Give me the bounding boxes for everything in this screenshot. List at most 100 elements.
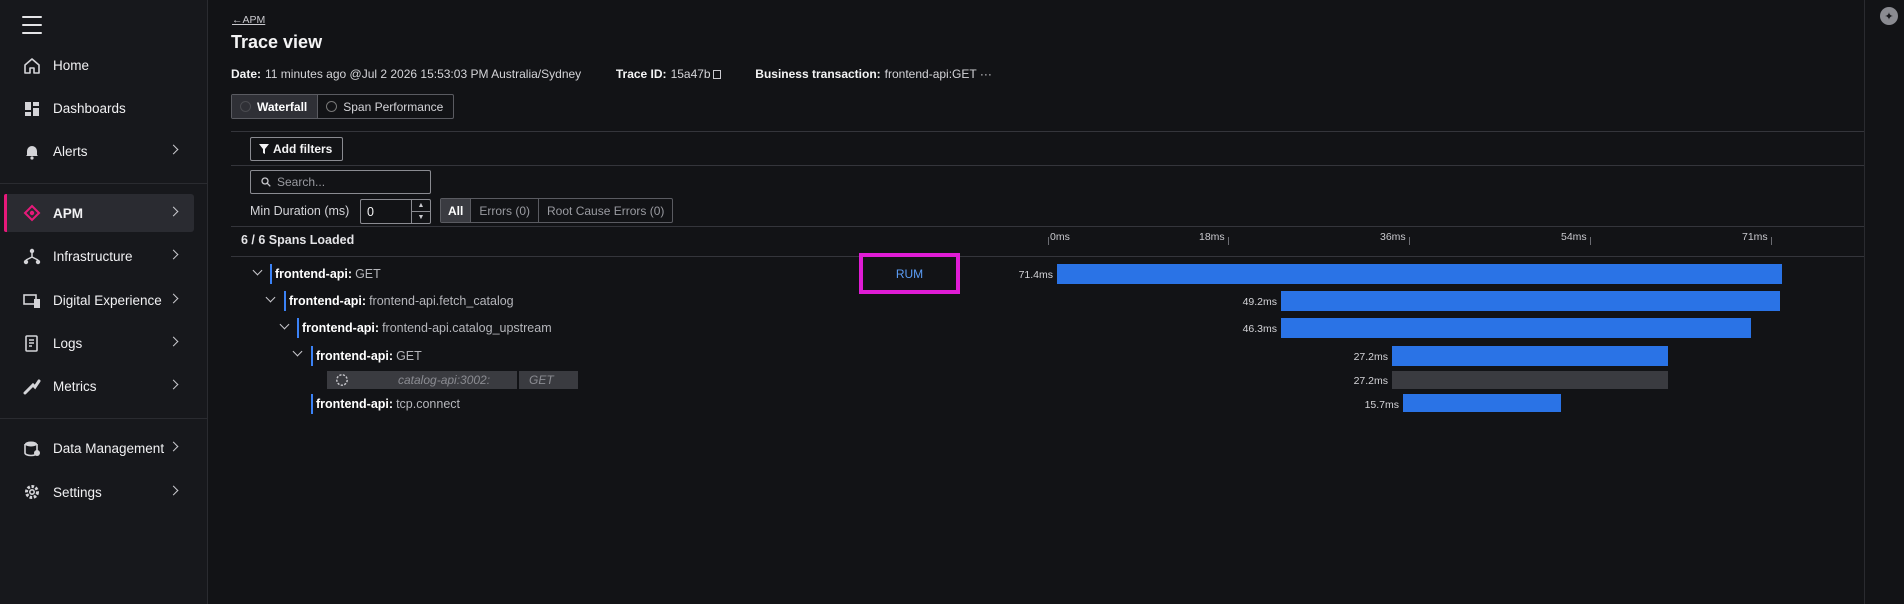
- hamburger-menu-icon[interactable]: [22, 16, 42, 34]
- trace-id-value: 15a47b: [670, 67, 711, 81]
- sidebar-item-apm[interactable]: APM: [4, 194, 194, 232]
- bell-icon: [22, 142, 42, 160]
- min-duration-input[interactable]: [361, 200, 411, 223]
- segment-errors[interactable]: Errors (0): [471, 199, 540, 222]
- collapse-caret-icon[interactable]: [265, 292, 276, 303]
- span-operation: tcp.connect: [396, 397, 461, 411]
- trace-meta-row: Date: 11 minutes ago @Jul 2 2026 15:53:03…: [231, 67, 992, 81]
- sidebar-item-infrastructure[interactable]: Infrastructure: [4, 237, 194, 275]
- segment-all[interactable]: All: [441, 199, 472, 222]
- span-bar[interactable]: [1392, 346, 1668, 366]
- divider: [231, 131, 1864, 132]
- search-icon: [261, 177, 271, 187]
- span-bar[interactable]: [1057, 264, 1782, 284]
- sidebar-item-label: Logs: [53, 335, 83, 351]
- rum-link[interactable]: RUM: [859, 253, 960, 294]
- waterfall-icon: [240, 101, 251, 112]
- span-row[interactable]: frontend-api: GET: [270, 264, 381, 284]
- sidebar-item-dashboards[interactable]: Dashboards: [4, 89, 194, 127]
- chevron-right-icon: [168, 144, 179, 155]
- tab-waterfall[interactable]: Waterfall: [232, 95, 319, 118]
- span-service: frontend-api:: [316, 397, 394, 411]
- logs-icon: [22, 334, 42, 352]
- axis-tick: 36ms: [1380, 231, 1410, 245]
- span-service: frontend-api:: [275, 267, 353, 281]
- sidebar-divider: [0, 183, 208, 184]
- sidebar-item-label: Digital Experience: [53, 292, 162, 308]
- span-service: frontend-api:: [316, 349, 394, 363]
- date-label: Date:: [231, 67, 262, 81]
- span-row[interactable]: frontend-api: tcp.connect: [311, 394, 460, 414]
- span-service: frontend-api:: [289, 294, 367, 308]
- back-link-apm[interactable]: ←APM: [232, 14, 265, 26]
- chevron-right-icon: [168, 293, 179, 304]
- chevron-right-icon: [168, 206, 179, 217]
- collapse-caret-icon[interactable]: [279, 319, 290, 330]
- sidebar-item-settings[interactable]: Settings: [4, 473, 194, 511]
- chevron-down-icon[interactable]: ▼: [412, 212, 430, 223]
- axis-tick: 0ms: [1048, 231, 1070, 245]
- chevron-up-icon[interactable]: ▲: [412, 200, 430, 212]
- filter-icon: [259, 144, 269, 154]
- inferred-span[interactable]: catalog-api:3002:: [327, 371, 517, 389]
- min-duration-label: Min Duration (ms): [250, 204, 350, 218]
- sidebar-item-label: Data Management: [53, 440, 165, 456]
- span-row[interactable]: frontend-api: frontend-api.catalog_upstre…: [297, 318, 552, 338]
- gear-icon: [22, 483, 42, 501]
- sidebar-item-metrics[interactable]: Metrics: [4, 367, 194, 405]
- search-box: [250, 170, 431, 194]
- sidebar-item-label: Infrastructure: [53, 248, 133, 264]
- sidebar-item-digital-experience[interactable]: Digital Experience: [4, 281, 194, 319]
- sidebar: Home Dashboards Alerts APM Infrastructur…: [0, 0, 208, 604]
- chevron-right-icon: [168, 485, 179, 496]
- sidebar-item-logs[interactable]: Logs: [4, 324, 194, 362]
- span-duration: 46.3ms: [1242, 323, 1277, 335]
- sidebar-item-label: Dashboards: [53, 100, 126, 116]
- sidebar-item-data-management[interactable]: Data Management: [4, 429, 194, 467]
- collapse-caret-icon[interactable]: [252, 265, 263, 276]
- spans-loaded-count: 6 / 6 Spans Loaded: [241, 233, 355, 247]
- span-duration: 15.7ms: [1364, 399, 1399, 411]
- sidebar-divider: [0, 418, 208, 419]
- chevron-right-icon: [168, 249, 179, 260]
- sidebar-item-alerts[interactable]: Alerts: [4, 132, 194, 170]
- span-duration: 27.2ms: [1353, 351, 1388, 363]
- dashboards-icon: [22, 99, 42, 117]
- tab-span-performance[interactable]: Span Performance: [318, 95, 453, 118]
- assistant-icon[interactable]: ✦: [1880, 7, 1898, 25]
- divider: [231, 256, 1864, 257]
- stepper-controls: ▲ ▼: [411, 200, 430, 223]
- span-operation: frontend-api.catalog_upstream: [382, 321, 552, 335]
- span-operation: frontend-api.fetch_catalog: [369, 294, 514, 308]
- add-filters-button[interactable]: Add filters: [250, 137, 343, 161]
- database-icon: [22, 439, 42, 457]
- span-service: frontend-api:: [302, 321, 380, 335]
- sidebar-item-home[interactable]: Home: [4, 46, 194, 84]
- error-filter-segments: All Errors (0) Root Cause Errors (0): [440, 198, 674, 223]
- span-bar[interactable]: [1281, 291, 1780, 311]
- span-bar[interactable]: [1392, 371, 1668, 389]
- right-divider: [1864, 0, 1865, 604]
- sidebar-item-label: Settings: [53, 484, 102, 500]
- span-bar[interactable]: [1281, 318, 1751, 338]
- gauge-icon: [326, 101, 338, 112]
- apm-icon: [22, 204, 42, 222]
- span-operation: GET: [355, 267, 381, 281]
- span-row[interactable]: frontend-api: frontend-api.fetch_catalog: [284, 291, 514, 311]
- segment-root-cause-errors[interactable]: Root Cause Errors (0): [539, 199, 672, 222]
- date-value: 11 minutes ago @Jul 2 2026 15:53:03 PM A…: [265, 67, 582, 81]
- span-duration: 27.2ms: [1353, 375, 1388, 387]
- axis-tick: 18ms: [1199, 231, 1229, 245]
- copy-icon[interactable]: [712, 70, 721, 79]
- search-input[interactable]: [277, 175, 427, 189]
- view-tabs: Waterfall Span Performance: [231, 94, 455, 119]
- span-bar[interactable]: [1403, 394, 1561, 412]
- sidebar-item-label: Alerts: [53, 143, 88, 159]
- axis-tick: 54ms: [1561, 231, 1591, 245]
- collapse-caret-icon[interactable]: [292, 346, 303, 357]
- metrics-icon: [22, 377, 42, 395]
- span-duration: 71.4ms: [1018, 269, 1053, 281]
- infrastructure-icon: [22, 247, 42, 265]
- chevron-right-icon: [168, 336, 179, 347]
- span-row[interactable]: frontend-api: GET: [311, 346, 422, 366]
